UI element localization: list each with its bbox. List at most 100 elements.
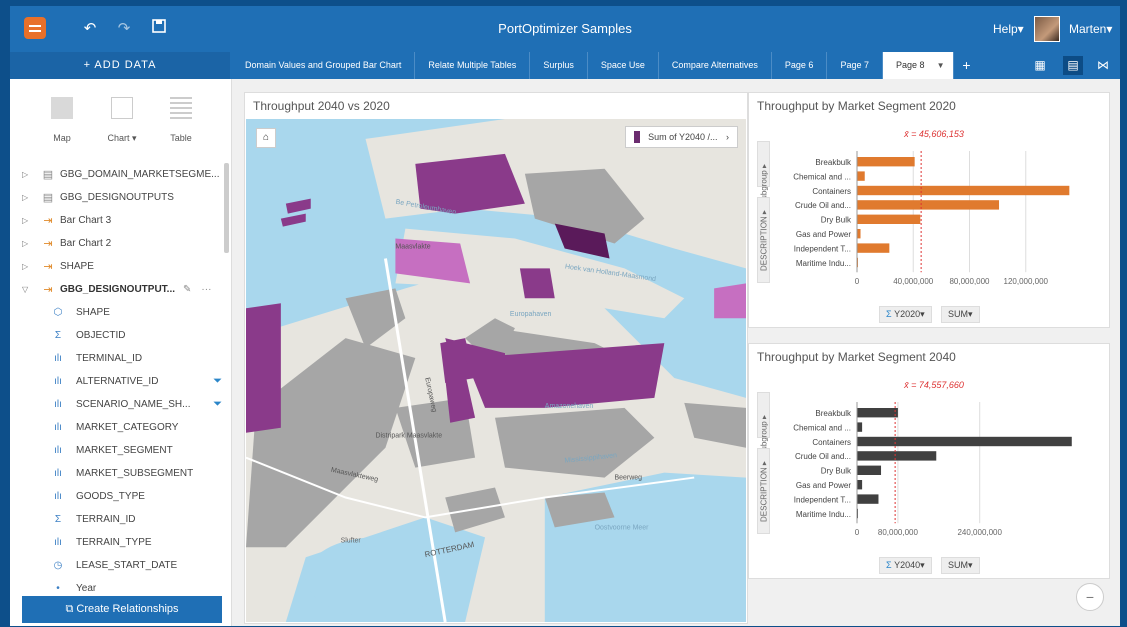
legend-toggle[interactable]: Sum of Y2040 /... › (625, 126, 738, 148)
field-name: SCENARIO_NAME_SH... (76, 399, 191, 410)
dataset-row[interactable]: ▷ ▤ GBG_DESIGNOUTPUTS (10, 186, 226, 209)
qr-icon[interactable]: ▦ (1030, 56, 1050, 75)
table-icon: ▤ (42, 192, 54, 204)
avatar[interactable] (1034, 16, 1060, 42)
field-name: MARKET_SUBSEGMENT (76, 468, 194, 479)
field-row[interactable]: ılı TERRAIN_TYPE (10, 531, 226, 554)
bar[interactable] (857, 185, 1070, 196)
bar[interactable] (857, 422, 863, 432)
tab-page[interactable]: Space Use (588, 52, 659, 79)
edit-icon[interactable]: ✎ (183, 284, 191, 295)
bar[interactable] (857, 171, 865, 181)
more-icon[interactable]: ··· (201, 284, 211, 295)
field-name: TERRAIN_TYPE (76, 537, 152, 548)
statistic-dropdown[interactable]: SUM▾ (941, 557, 980, 574)
add-data-button[interactable]: + ADD DATA (10, 52, 230, 79)
dataset-row[interactable]: ▷ ⇥ Bar Chart 3 (10, 209, 226, 232)
chevron-down-icon[interactable]: ▼ (937, 52, 945, 79)
tab-page[interactable]: Page 6 (772, 52, 828, 79)
share-icon[interactable]: ⋈ (1093, 56, 1113, 75)
filter-icon[interactable]: ⏷ (213, 398, 222, 411)
field-row[interactable]: ılı SCENARIO_NAME_SH... ⏷ (10, 393, 226, 416)
field-row[interactable]: ılı GOODS_TYPE (10, 485, 226, 508)
dataset-row[interactable]: ▷ ▤ GBG_DOMAIN_MARKETSEGME... (10, 163, 226, 186)
chart-viz-button[interactable]: Chart ▾ (102, 97, 142, 144)
filter-icon[interactable]: ⏷ (213, 375, 222, 388)
field-name: SHAPE (76, 307, 110, 318)
bar[interactable] (857, 229, 861, 239)
measure-dropdown[interactable]: Σ Y2020▾ (879, 306, 932, 323)
field-row[interactable]: ılı MARKET_CATEGORY (10, 416, 226, 439)
field-row[interactable]: ◷ LEASE_START_DATE (10, 554, 226, 577)
bar[interactable] (857, 494, 879, 504)
measure-dropdown[interactable]: Σ Y2040▾ (879, 557, 932, 574)
tab-page[interactable]: Surplus (530, 52, 588, 79)
help-menu[interactable]: Help▾ (993, 22, 1024, 36)
result-icon: ⇥ (43, 215, 53, 227)
active-tab-label: Page 8 (895, 60, 925, 70)
bar[interactable] (857, 451, 937, 461)
map-canvas[interactable]: Be Petroleumhaven Maasvlakte Amazonehave… (246, 119, 746, 622)
map-label: Oostvoorne Meer (595, 524, 650, 531)
category-label: Maritime Indu... (796, 259, 851, 268)
bar[interactable] (857, 480, 863, 490)
bar[interactable] (857, 243, 890, 253)
layout-icon[interactable]: ▤ (1063, 56, 1083, 75)
dataset-row[interactable]: ▷ ⇥ Bar Chart 2 (10, 232, 226, 255)
expand-icon[interactable]: ▷ (22, 216, 34, 225)
axis-drop-zone[interactable]: Subgroup ▸ (757, 392, 770, 456)
map-label: Distripark Maasvlakte (375, 433, 442, 440)
app-title: PortOptimizer Samples (498, 21, 632, 36)
bar[interactable] (857, 436, 1072, 447)
chart-card-2020[interactable]: Throughput by Market Segment 2020 0 40,00… (748, 92, 1110, 328)
chart-card-2040[interactable]: Throughput by Market Segment 2040 0 80,00… (748, 343, 1110, 579)
bar-chart[interactable]: 0 80,000,000 240,000,000 Breakbulk Chemical … (749, 344, 1111, 580)
dataset-tree: ▷ ▤ GBG_DOMAIN_MARKETSEGME... ▷ ▤ GBG_DE… (10, 163, 226, 600)
field-row[interactable]: ılı TERMINAL_ID (10, 347, 226, 370)
axis-drop-zone[interactable]: DESCRIPTION ▸ (757, 448, 770, 534)
bar[interactable] (857, 157, 915, 167)
map-viz-label: Map (53, 133, 71, 143)
field-row[interactable]: Σ TERRAIN_ID (10, 508, 226, 531)
field-row[interactable]: Σ OBJECTID (10, 324, 226, 347)
table-viz-button[interactable]: Table (161, 97, 201, 143)
axis-drop-zone[interactable]: DESCRIPTION ▸ (757, 197, 770, 283)
field-row[interactable]: ılı ALTERNATIVE_ID ⏷ (10, 370, 226, 393)
expand-icon[interactable]: ▷ (22, 262, 34, 271)
scrollbar[interactable] (224, 163, 229, 253)
tab-page[interactable]: Domain Values and Grouped Bar Chart (232, 52, 416, 79)
map-viz-button[interactable]: Map (42, 97, 82, 143)
tab-page[interactable]: Relate Multiple Tables (415, 52, 531, 79)
add-page-button[interactable]: + (954, 52, 980, 79)
expand-icon[interactable]: ▷ (22, 239, 34, 248)
bar[interactable] (857, 465, 882, 475)
user-menu[interactable]: Marten▾ (1069, 22, 1112, 36)
collapse-icon[interactable]: ▽ (22, 285, 34, 294)
map-card[interactable]: Throughput 2040 vs 2020 Be Petroleumhave… (244, 92, 748, 624)
category-label: Breakbulk (815, 158, 852, 167)
create-relationships-button[interactable]: ⧉ Create Relationships (22, 596, 222, 623)
dataset-row-expanded[interactable]: ▽ ⇥ GBG_DESIGNOUTPUT... ✎ ··· (10, 278, 226, 301)
expand-icon[interactable]: ▷ (22, 170, 34, 179)
minimize-icon[interactable]: − (1076, 583, 1104, 611)
axis-drop-zone[interactable]: Subgroup ▸ (757, 141, 770, 205)
category-label: Maritime Indu... (796, 510, 851, 519)
bar[interactable] (857, 214, 921, 224)
expand-icon[interactable]: ▷ (22, 193, 34, 202)
field-row[interactable]: ılı MARKET_SUBSEGMENT (10, 462, 226, 485)
map-view[interactable]: Be Petroleumhaven Maasvlakte Amazonehave… (246, 119, 746, 622)
x-tick-label: 0 (855, 528, 860, 537)
dataset-row[interactable]: ▷ ⇥ SHAPE (10, 255, 226, 278)
category-label: Gas and Power (796, 230, 851, 239)
home-icon[interactable]: ⌂ (256, 128, 276, 148)
field-row[interactable]: ılı MARKET_SEGMENT (10, 439, 226, 462)
field-row[interactable]: ⬡ SHAPE (10, 301, 226, 324)
bar[interactable] (857, 200, 1000, 210)
statistic-dropdown[interactable]: SUM▾ (941, 306, 980, 323)
tab-page-active[interactable]: Page 8 ▼ (882, 52, 954, 79)
bar[interactable] (857, 408, 898, 418)
tab-page[interactable]: Page 7 (827, 52, 883, 79)
sigma-icon: Σ (54, 330, 62, 341)
bar-chart[interactable]: 0 40,000,000 80,000,000 120,000,000 Breakbul… (749, 93, 1111, 329)
tab-page[interactable]: Compare Alternatives (659, 52, 772, 79)
